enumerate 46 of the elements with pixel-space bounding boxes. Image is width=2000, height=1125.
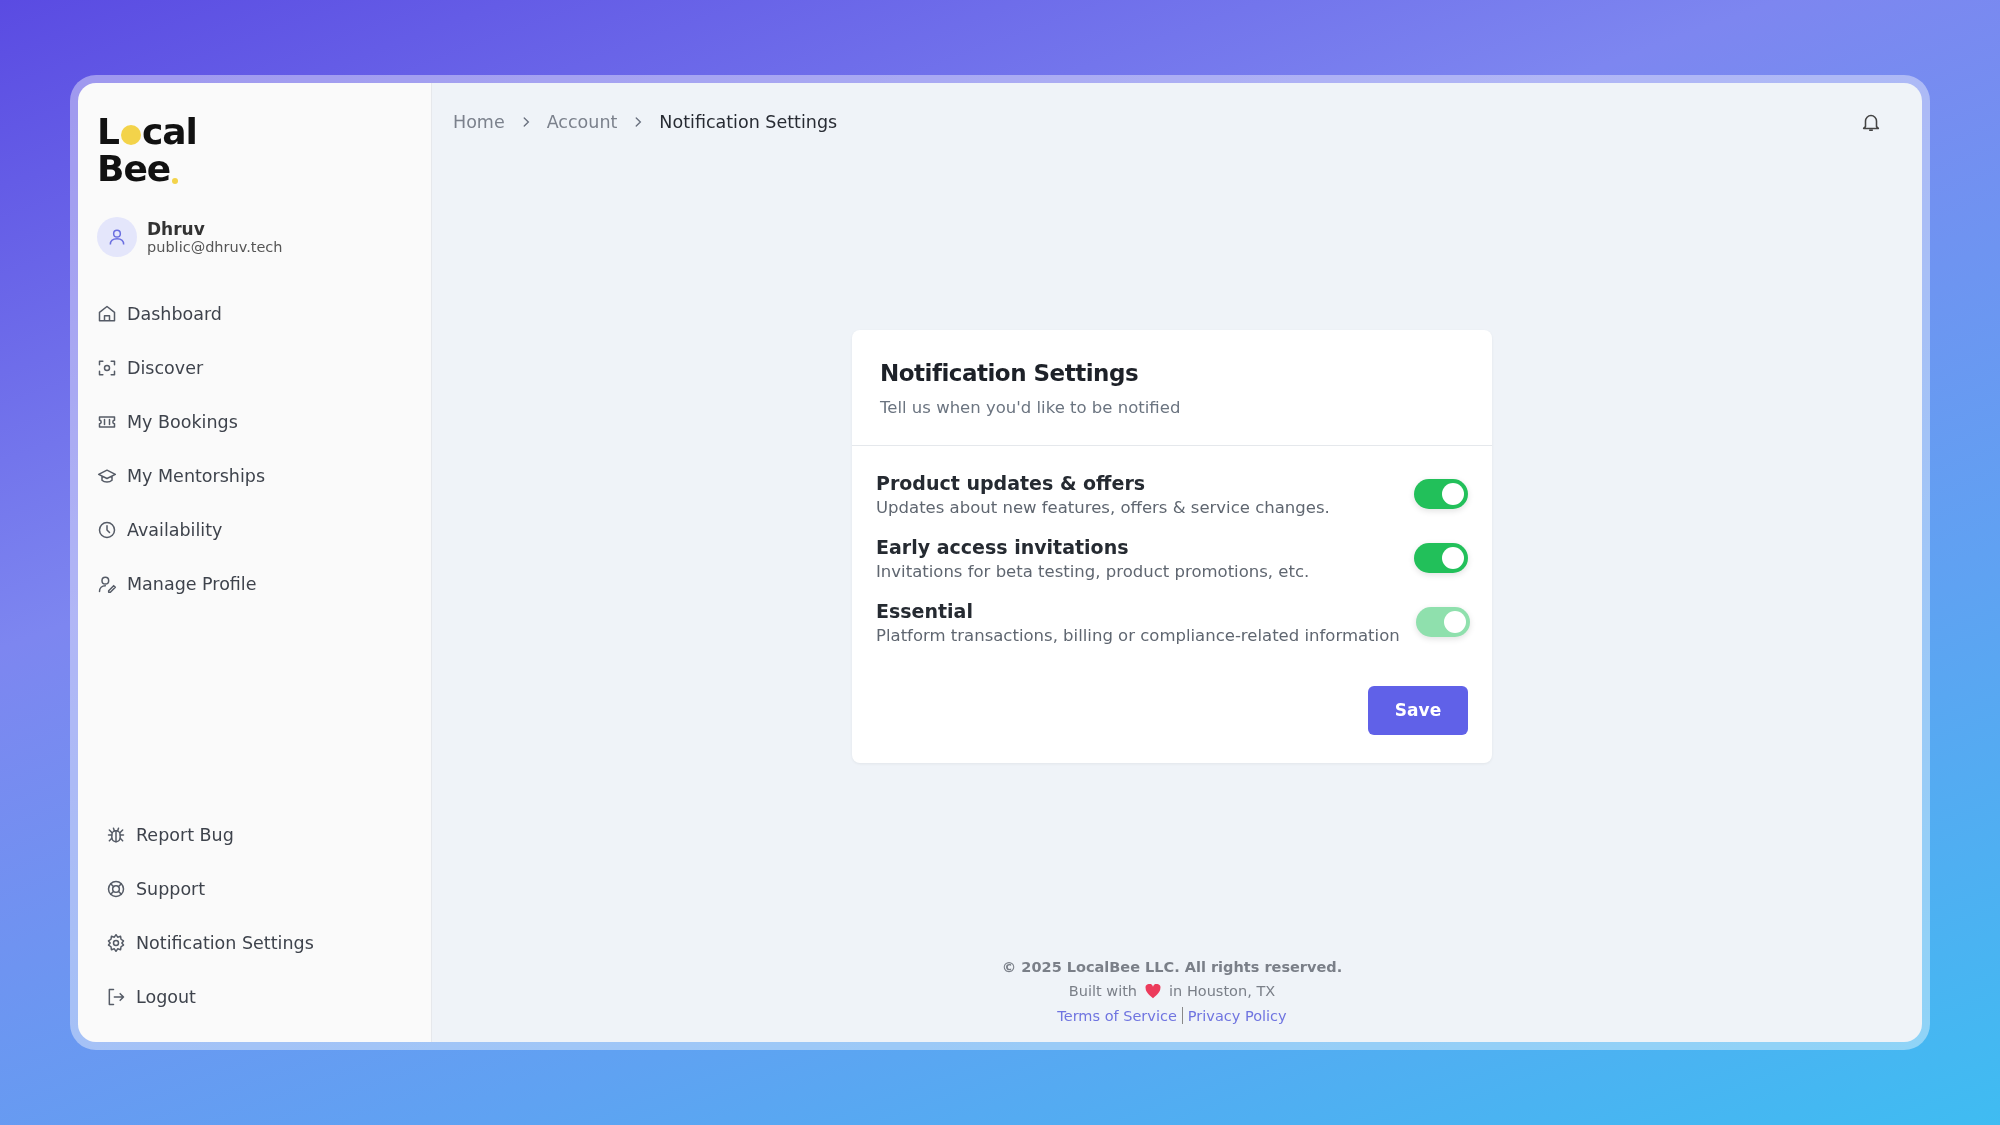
logout-icon — [106, 987, 126, 1007]
breadcrumb-link[interactable]: Account — [546, 112, 618, 132]
option-description: Invitations for beta testing, product promotions, etc. — [876, 561, 1310, 581]
scan-icon — [97, 358, 117, 378]
logo-text: Bee — [97, 150, 171, 187]
gear-icon — [106, 933, 126, 953]
user-name: Dhruv — [147, 219, 206, 239]
sidebar-item[interactable]: Discover — [97, 341, 413, 395]
sidebar-item[interactable]: Manage Profile — [97, 557, 413, 611]
toggle-switch[interactable] — [1414, 543, 1468, 573]
heart-icon — [1145, 983, 1162, 999]
card-title: Notification Settings — [880, 359, 1140, 386]
card-subtitle: Tell us when you'd like to be notified — [880, 397, 1182, 417]
option-title: Early access invitations — [876, 535, 1130, 558]
footer-link[interactable]: Privacy Policy — [1187, 1007, 1287, 1024]
user-email: public@dhruv.tech — [147, 239, 283, 255]
copyright-text: © 2025 LocalBee LLC. All rights reserved. — [1001, 959, 1343, 975]
footer-text: in Houston, TX — [1169, 983, 1276, 999]
user-edit-icon — [97, 574, 117, 594]
dot-icon — [120, 124, 141, 145]
footer-link[interactable]: Terms of Service — [1057, 1007, 1177, 1024]
save-button[interactable]: Save — [1368, 685, 1468, 735]
sidebar-item[interactable]: Availability — [97, 503, 413, 557]
toggle-switch[interactable] — [1414, 479, 1468, 509]
option-title: Product updates & offers — [876, 471, 1147, 494]
sidebar-item[interactable]: Notification Settings — [106, 916, 413, 970]
sidebar-item[interactable]: Report Bug — [106, 808, 413, 862]
clock-icon — [97, 520, 117, 540]
sidebar-item[interactable]: My Mentorships — [97, 449, 413, 503]
logo-text: cal — [141, 113, 197, 150]
option-description: Updates about new features, offers & service changes. — [876, 497, 1330, 517]
bug-icon — [106, 825, 126, 845]
sidebar-item[interactable]: Logout — [106, 970, 413, 1024]
avatar — [97, 217, 137, 257]
breadcrumb-link[interactable]: Home — [453, 112, 505, 132]
lifebuoy-icon — [106, 879, 126, 899]
home-icon — [97, 304, 117, 324]
sidebar-item[interactable]: My Bookings — [97, 395, 413, 449]
logo-text: L — [97, 113, 119, 150]
option-description: Platform transactions, billing or compliance-related information — [876, 625, 1400, 645]
footer-text: Built with — [1068, 983, 1138, 999]
sidebar-item[interactable]: Dashboard — [97, 287, 413, 341]
dot-icon — [172, 177, 179, 184]
option-title: Essential — [876, 599, 974, 622]
sidebar-item[interactable]: Support — [106, 862, 413, 916]
breadcrumb-link[interactable]: Notification Settings — [659, 112, 838, 132]
